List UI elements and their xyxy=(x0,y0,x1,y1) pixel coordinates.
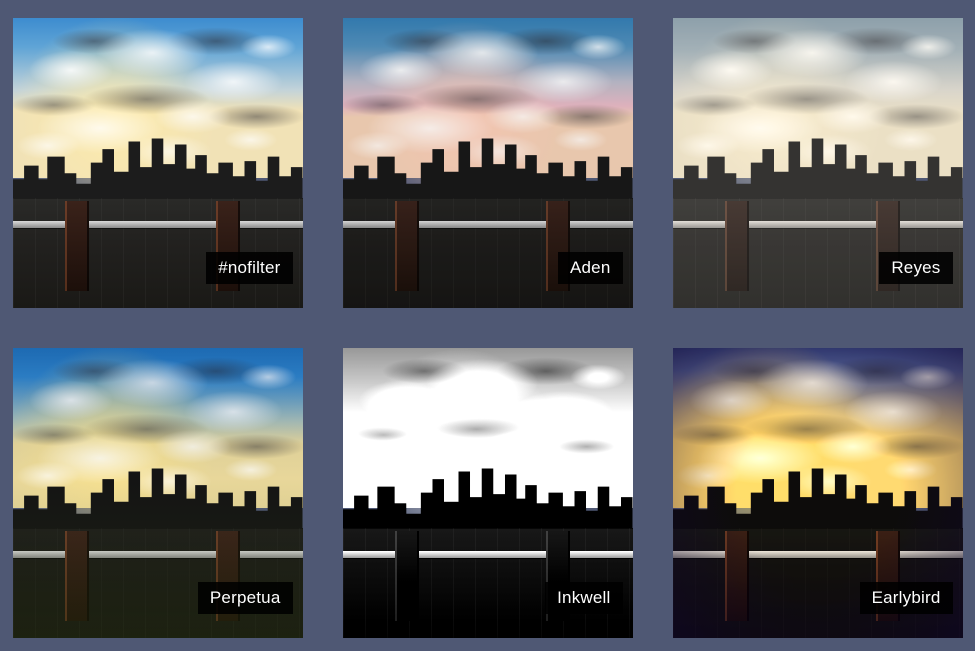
filter-tile-perpetua[interactable]: Perpetua xyxy=(13,348,303,638)
filter-label: Reyes xyxy=(879,252,952,284)
filter-grid: #nofilter Aden Reyes xyxy=(0,0,975,651)
filter-label: Earlybird xyxy=(860,582,953,614)
filter-tile-earlybird[interactable]: Earlybird xyxy=(673,348,963,638)
filter-label: Inkwell xyxy=(545,582,622,614)
filter-tile-nofilter[interactable]: #nofilter xyxy=(13,18,303,308)
filter-tile-inkwell[interactable]: Inkwell xyxy=(343,348,633,638)
filter-tile-aden[interactable]: Aden xyxy=(343,18,633,308)
filter-tile-reyes[interactable]: Reyes xyxy=(673,18,963,308)
filter-label: Aden xyxy=(558,252,623,284)
filter-label: #nofilter xyxy=(206,252,292,284)
filter-label: Perpetua xyxy=(198,582,293,614)
